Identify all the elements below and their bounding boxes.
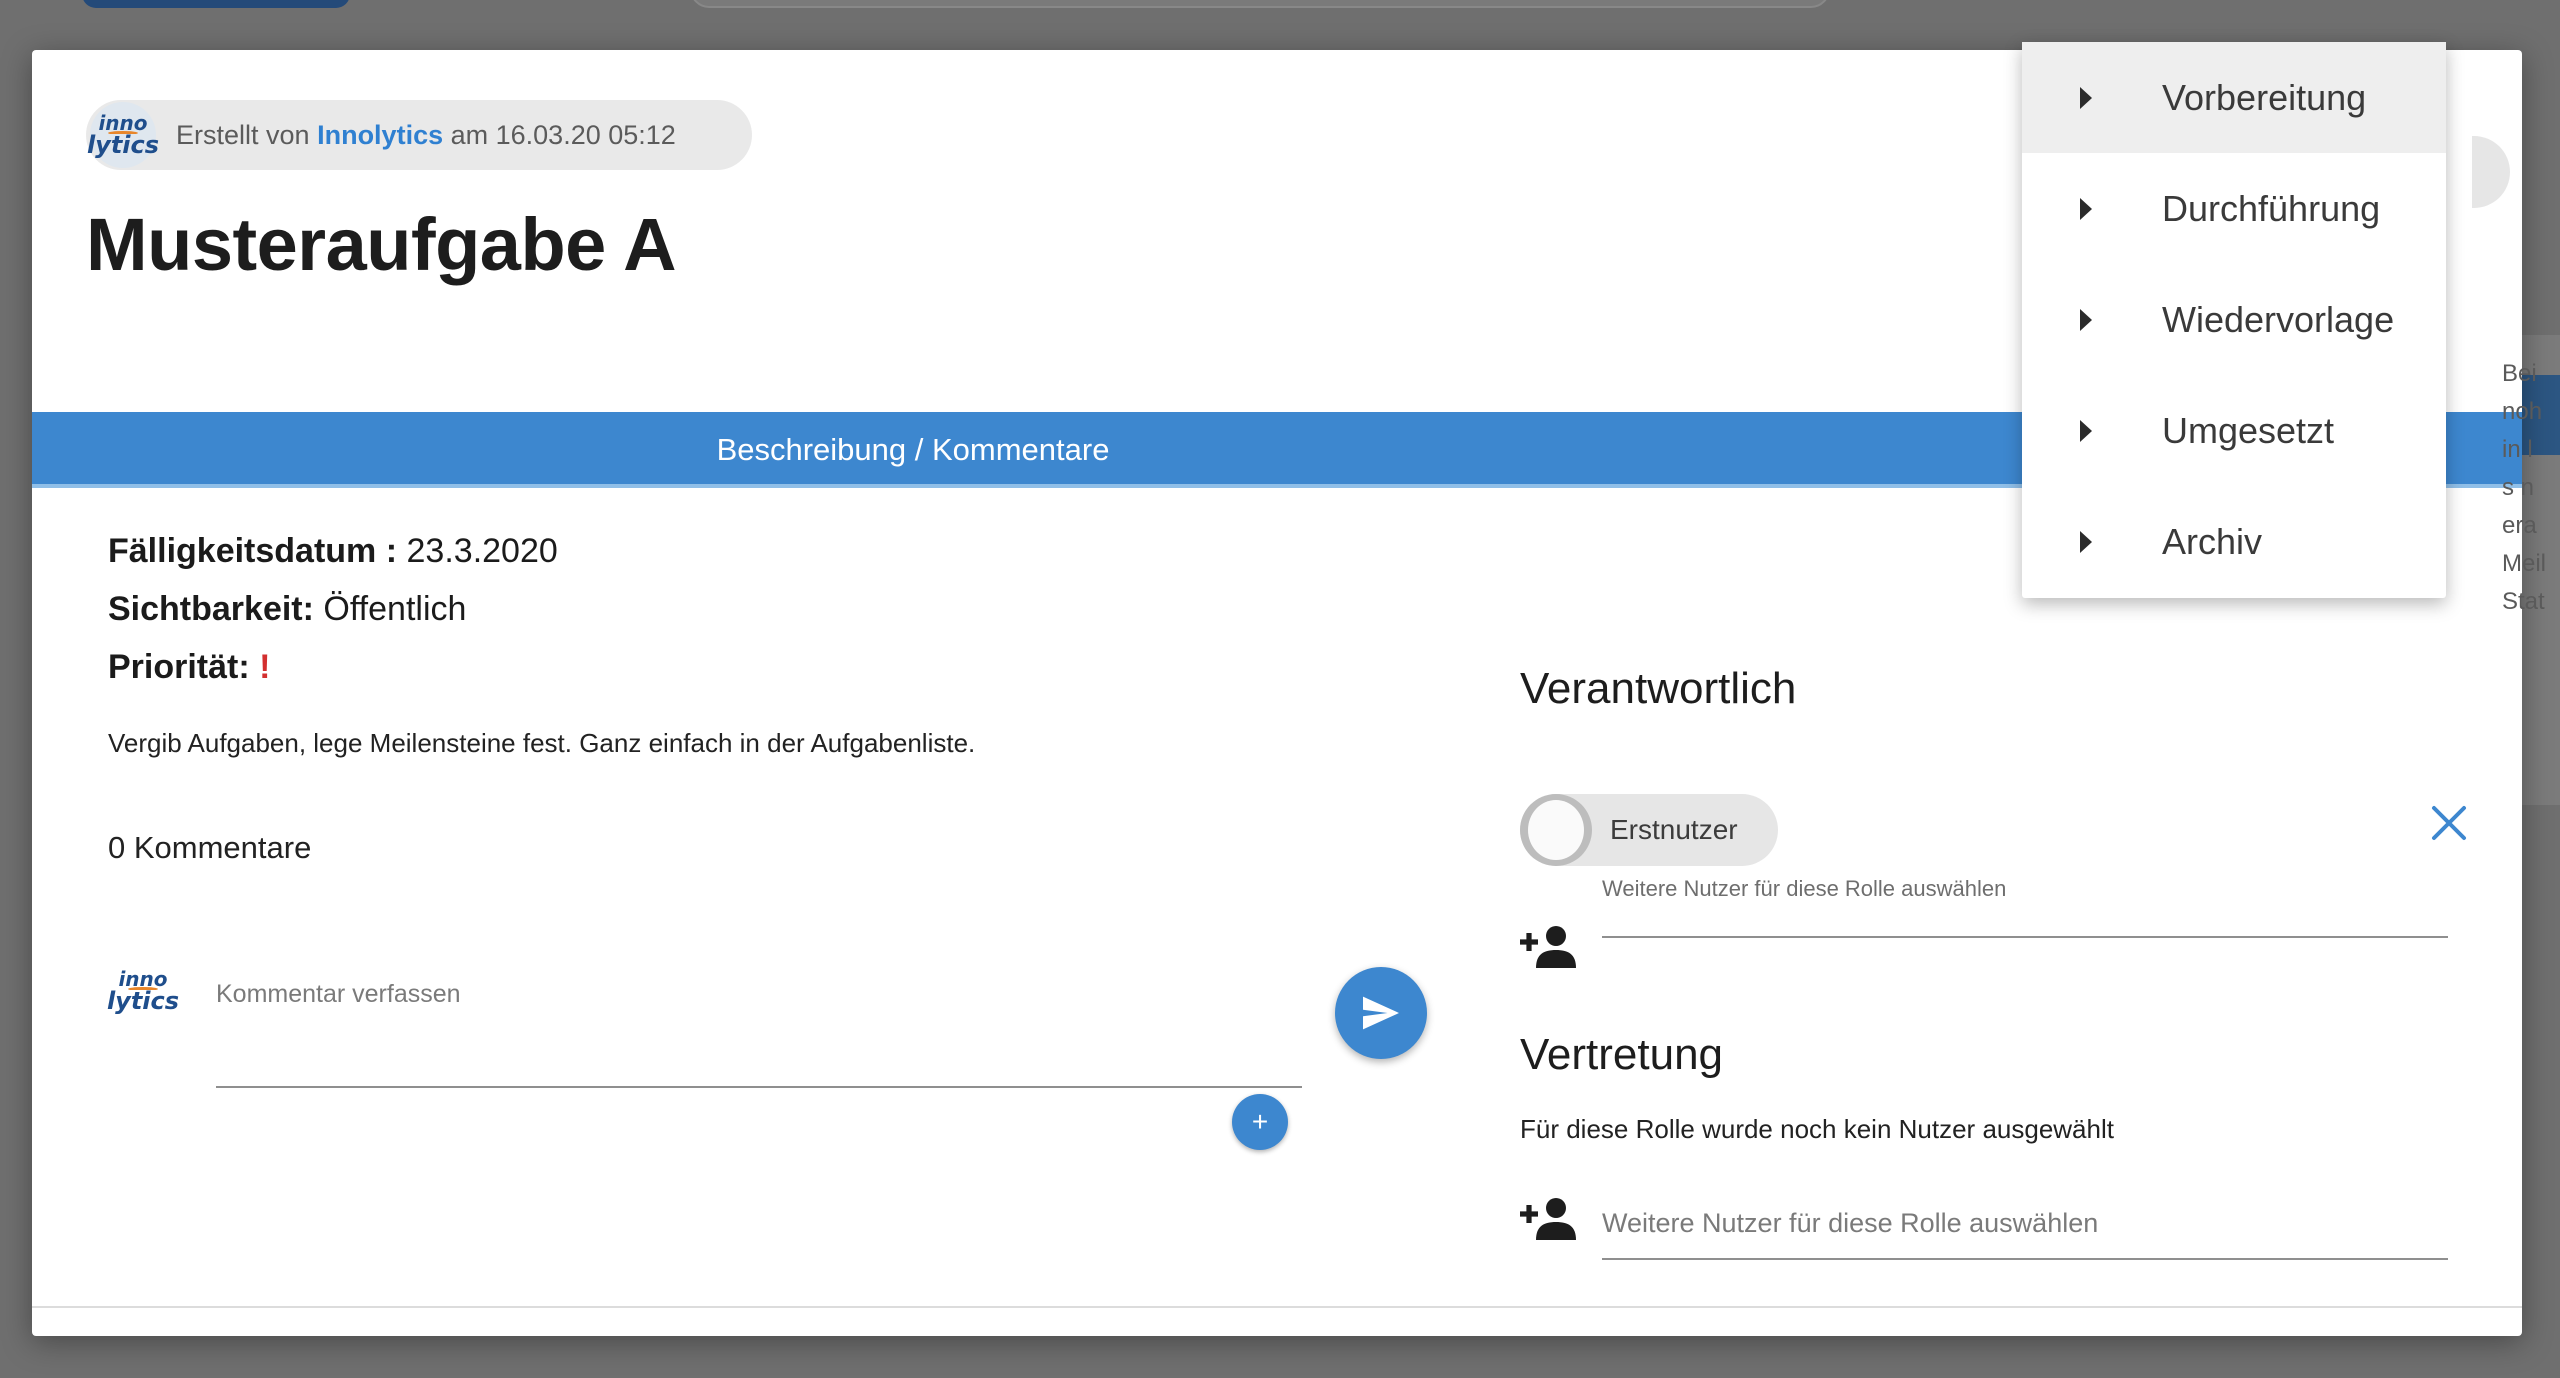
background-card-line: noh xyxy=(2502,398,2543,425)
substitute-title: Vertretung xyxy=(1520,1030,1724,1079)
caret-right-icon xyxy=(2080,419,2092,442)
status-menu-item-durchfuehrung[interactable]: Durchführung xyxy=(2022,153,2446,264)
creator-chip: inno lytics Erstellt von Innolytics am 1… xyxy=(86,100,752,170)
background-button xyxy=(82,0,350,8)
status-menu-item-umgesetzt[interactable]: Umgesetzt xyxy=(2022,375,2446,486)
due-date-row: Fälligkeitsdatum : 23.3.2020 xyxy=(108,522,558,580)
send-comment-button[interactable] xyxy=(1335,967,1427,1059)
status-menu-item-vorbereitung[interactable]: Vorbereitung xyxy=(2022,42,2446,153)
comment-author-logo: inno lytics xyxy=(106,956,180,1026)
dialog-divider xyxy=(32,1306,2522,1308)
caret-right-icon xyxy=(2080,197,2092,220)
background-search-bar xyxy=(690,0,1830,8)
status-menu-item-wiedervorlage[interactable]: Wiedervorlage xyxy=(2022,264,2446,375)
comment-input[interactable]: Kommentar verfassen xyxy=(216,970,1302,1088)
caret-right-icon xyxy=(2080,308,2092,331)
responsible-helper-text: Weitere Nutzer für diese Rolle auswählen xyxy=(1602,876,2007,901)
due-date-label: Fälligkeitsdatum : xyxy=(108,532,398,570)
person-add-icon xyxy=(1520,1198,1576,1240)
substitute-user-input[interactable]: Weitere Nutzer für diese Rolle auswählen xyxy=(1602,1208,2098,1239)
caret-right-icon xyxy=(2080,86,2092,109)
creator-author-link[interactable]: Innolytics xyxy=(317,120,443,150)
background-card-line: Meil xyxy=(2502,550,2547,577)
status-menu-item-label: Wiedervorlage xyxy=(2162,298,2395,340)
visibility-row: Sichtbarkeit: Öffentlich xyxy=(108,580,558,638)
substitute-input-underline xyxy=(1602,1258,2448,1260)
creator-text: Erstellt von Innolytics am 16.03.20 05:1… xyxy=(176,120,676,151)
send-icon xyxy=(1363,996,1399,1030)
avatar xyxy=(1520,794,1592,866)
responsible-user-chip[interactable]: Erstnutzer xyxy=(1520,794,1778,866)
tab-description-comments[interactable]: Beschreibung / Kommentare xyxy=(717,432,1830,468)
priority-row: Priorität: ! xyxy=(108,638,558,696)
background-card-line: Bei xyxy=(2502,360,2537,387)
creator-prefix: Erstellt von xyxy=(176,119,310,150)
creator-date: am 16.03.20 05:12 xyxy=(450,119,676,150)
task-title: Musteraufgabe A xyxy=(86,203,677,286)
comment-input-label: Kommentar verfassen xyxy=(216,980,461,1008)
background-card-line: s n xyxy=(2502,474,2535,501)
close-icon[interactable] xyxy=(2424,798,2474,848)
status-menu: Vorbereitung Durchführung Wiedervorlage … xyxy=(2022,42,2446,598)
background-card-line: in l xyxy=(2502,436,2533,463)
substitute-empty-text: Für diese Rolle wurde noch kein Nutzer a… xyxy=(1520,1114,2114,1144)
logo-text-bottom: lytics xyxy=(106,987,180,1015)
priority-label: Priorität: xyxy=(108,648,250,686)
person-add-icon xyxy=(1520,926,1576,968)
task-details: Fälligkeitsdatum : 23.3.2020 Sichtbarkei… xyxy=(108,522,558,696)
logo-text-bottom: lytics xyxy=(86,131,160,159)
caret-right-icon xyxy=(2080,530,2092,553)
responsible-title: Verantwortlich xyxy=(1520,664,1797,713)
background-card-line: era xyxy=(2502,512,2537,539)
logo-text-top: inno xyxy=(118,967,168,991)
status-menu-item-label: Umgesetzt xyxy=(2162,409,2335,451)
visibility-label: Sichtbarkeit: xyxy=(108,590,314,628)
responsible-user-input[interactable] xyxy=(1602,936,2448,938)
comment-count: 0 Kommentare xyxy=(108,830,312,865)
status-menu-item-label: Durchführung xyxy=(2162,187,2381,229)
priority-icon: ! xyxy=(259,648,271,686)
due-date-value: 23.3.2020 xyxy=(406,532,558,570)
background-card-line: Stat xyxy=(2502,588,2545,615)
status-menu-item-archiv[interactable]: Archiv xyxy=(2022,486,2446,597)
logo-text-top: inno xyxy=(98,111,148,135)
visibility-value: Öffentlich xyxy=(323,590,467,628)
add-attachment-button[interactable]: + xyxy=(1232,1094,1288,1150)
status-chip-edge xyxy=(2472,136,2510,208)
status-menu-item-label: Vorbereitung xyxy=(2162,76,2367,118)
task-description: Vergib Aufgaben, lege Meilensteine fest.… xyxy=(108,728,976,758)
responsible-user-name: Erstnutzer xyxy=(1610,814,1738,845)
status-menu-item-label: Archiv xyxy=(2162,520,2263,562)
innolytics-logo: inno lytics xyxy=(86,102,160,168)
